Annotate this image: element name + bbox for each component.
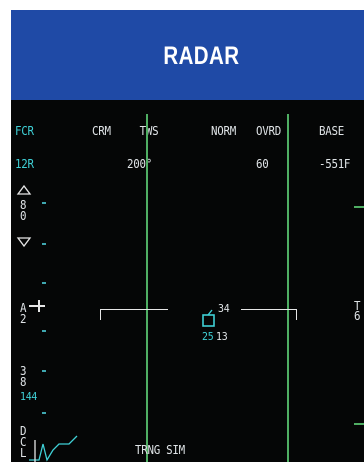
azimuth-gridline-left (146, 114, 148, 462)
bar-scan-label: 3 8 (20, 364, 27, 389)
radar-display: RADAR FCR 12R CRM TWS 200° NORM OVRD 60 … (11, 10, 364, 462)
elevation-tick (42, 412, 46, 414)
acquisition-cursor-left-bar (100, 309, 168, 310)
training-mode-label: TRNG SIM (135, 443, 185, 457)
title-bar: RADAR (11, 10, 364, 100)
acquisition-cursor-left-tick (100, 309, 101, 320)
osb-fcr-value: 12R (15, 157, 34, 171)
altitude-readout: 144 (20, 390, 38, 403)
acquisition-cursor-right-bar (241, 309, 297, 310)
range-increase-icon[interactable] (16, 184, 32, 196)
range-tick (354, 206, 364, 208)
target-track-icon[interactable] (201, 309, 217, 329)
osb-norm-button[interactable]: NORM (211, 104, 248, 159)
azimuth-gridline-right (287, 114, 289, 462)
osb-crm-button[interactable]: CRM (92, 104, 129, 159)
horizon-line-icon (29, 435, 78, 462)
osb-norm-label: NORM (211, 124, 236, 138)
range-tick (354, 423, 364, 425)
target-bottom-left-label: 25 (202, 330, 214, 343)
range-decrease-icon[interactable] (16, 236, 32, 248)
page-title: RADAR (163, 42, 240, 70)
target-top-label: 34 (218, 302, 230, 315)
antenna-elevation-caret-icon (29, 300, 45, 312)
dcpl-button[interactable]: D C L (20, 425, 27, 459)
elevation-tick (42, 330, 46, 332)
elevation-tick (42, 243, 46, 245)
elevation-tick (42, 370, 46, 372)
right-edge-sub-label: 6 (354, 309, 361, 323)
target-bottom-right-label: 13 (216, 330, 228, 343)
osb-base-label: BASE (319, 124, 344, 138)
elevation-tick (42, 202, 46, 204)
osb-fcr-button[interactable]: FCR 12R (15, 104, 52, 192)
acquisition-cursor-right-tick (296, 309, 297, 320)
radar-scope: FCR 12R CRM TWS 200° NORM OVRD 60 BASE -… (11, 100, 364, 462)
osb-crm-label: CRM (92, 124, 111, 138)
range-scale-label: 8 0 (20, 198, 27, 223)
osb-fcr-label: FCR (15, 124, 34, 138)
osb-base-value: -551F (319, 157, 351, 171)
osb-base-button[interactable]: BASE -551F (319, 104, 356, 192)
elevation-tick (42, 282, 46, 284)
azimuth-scale-label: A 2 (20, 301, 27, 326)
